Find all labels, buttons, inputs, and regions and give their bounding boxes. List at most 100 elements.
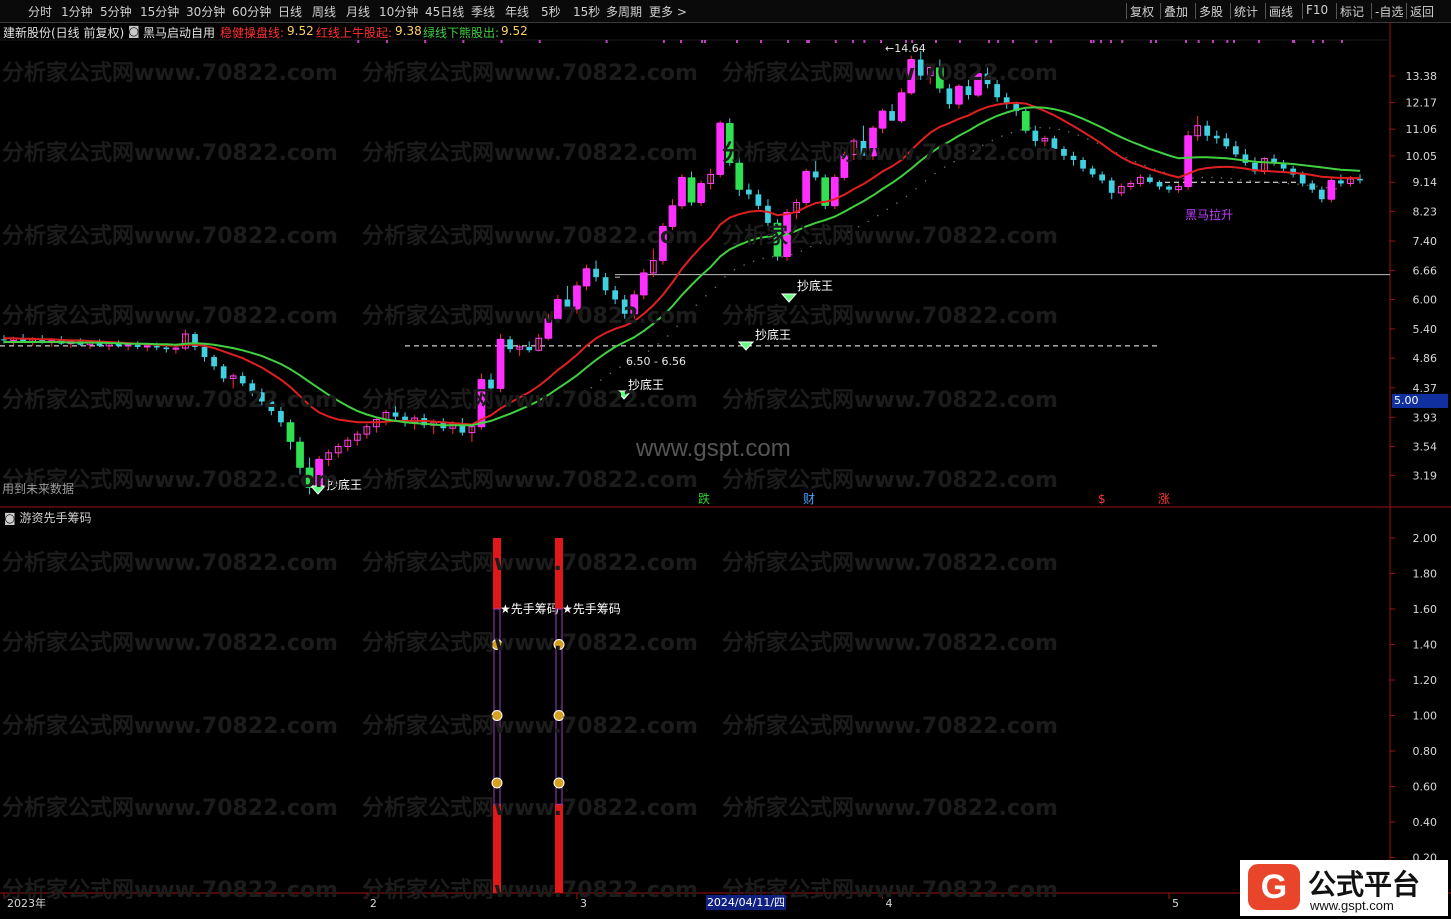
signal-dot xyxy=(988,40,990,43)
signal-dot xyxy=(1090,40,1092,43)
candle-body xyxy=(946,88,953,105)
trail-dot xyxy=(1268,181,1271,184)
cursor-date: 2024/04/11/四 xyxy=(706,895,786,910)
candle-body xyxy=(220,366,227,379)
signal-dot xyxy=(1035,40,1038,43)
strong-candle-body xyxy=(830,177,839,206)
candle-body xyxy=(163,347,170,350)
trail-dot xyxy=(771,256,774,258)
signal-dot xyxy=(1197,40,1200,43)
strong-candle-body xyxy=(639,272,648,295)
strong-candle-body xyxy=(1327,180,1336,200)
trail-dot xyxy=(1067,130,1070,133)
bottom-signal-label: 涨 xyxy=(1158,491,1170,506)
strong-candle-body xyxy=(878,111,887,129)
signal-dot xyxy=(1292,40,1294,43)
signal-dot xyxy=(806,40,809,43)
trail-dot xyxy=(762,257,764,260)
sub-panel-menu-icon[interactable]: ◙ xyxy=(4,511,19,525)
candle-body xyxy=(1108,180,1115,193)
y-tick-label: 3.19 xyxy=(1413,469,1438,482)
watermark-text: 分析家公式网www.70822.com xyxy=(2,388,338,413)
trail-dot xyxy=(905,195,908,198)
y-tick-label: 5.40 xyxy=(1413,323,1438,336)
trail-dot xyxy=(1087,138,1089,140)
candle-body xyxy=(134,344,141,347)
watermark-text: 分析家公式网www.70822.com xyxy=(722,388,1058,413)
trail-dot xyxy=(1306,184,1309,187)
signal-dot xyxy=(500,40,503,43)
trail-dot xyxy=(705,294,707,297)
signal-dot xyxy=(1012,40,1014,43)
watermark-text: 分析家公式网www.70822.com xyxy=(362,141,698,166)
trail-dot xyxy=(1039,126,1041,129)
signal-dot xyxy=(863,40,866,43)
watermark-text: 分析家公式网www.70822.com xyxy=(362,631,698,656)
trail-dot xyxy=(1029,127,1032,129)
strong-candle-body xyxy=(678,177,686,206)
y-tick-label: 6.66 xyxy=(1413,264,1438,277)
trail-dot xyxy=(1287,182,1290,185)
candle-body xyxy=(526,346,533,351)
signal-dot xyxy=(1155,40,1157,43)
candle-body xyxy=(1,339,7,341)
trail-dot xyxy=(1239,178,1242,181)
signal-dot xyxy=(1258,40,1260,43)
candle-body xyxy=(201,346,208,358)
trail-dot xyxy=(1325,186,1328,189)
watermark-text: 分析家公式网www.70822.com xyxy=(722,304,1058,329)
bottom-signal-label: 跌 xyxy=(698,491,710,506)
trail-dot xyxy=(1201,176,1204,179)
candle-body xyxy=(1309,183,1316,190)
high-label: ←14.64 xyxy=(885,42,926,55)
money-bag-icon xyxy=(491,777,503,789)
watermark-text: 分析家公式网www.70822.com xyxy=(362,796,698,821)
signal-dot xyxy=(1212,40,1214,43)
watermark-text: 分析家公式网www.70822.com xyxy=(2,61,338,86)
y-tick-label: 10.05 xyxy=(1406,150,1438,163)
watermark-text: 分析家公式网www.70822.com xyxy=(362,468,698,493)
candle-body xyxy=(153,345,160,348)
price-tag: 5.00 xyxy=(1392,394,1448,408)
logo-icon: G xyxy=(1248,864,1300,910)
strong-candle-body xyxy=(802,171,811,203)
y-tick-label: 3.54 xyxy=(1413,440,1438,453)
trail-dot xyxy=(1297,183,1299,185)
y-tick-label: 2.00 xyxy=(1413,532,1438,545)
trail-dot xyxy=(724,275,726,278)
watermark-text: 分析家公式网www.70822.com xyxy=(2,878,338,903)
y-tick-label: 4.37 xyxy=(1413,382,1438,395)
watermark-text: 分析家公式网www.70822.com xyxy=(722,796,1058,821)
y-tick-label: 8.23 xyxy=(1413,205,1438,218)
candle-body xyxy=(1080,159,1086,169)
strong-candle-body xyxy=(955,86,963,105)
future-data-note: 用到未来数据 xyxy=(2,482,75,496)
x-tick-label: 5 xyxy=(1172,897,1179,910)
trail-dot xyxy=(666,335,669,337)
trail-dot xyxy=(647,350,650,352)
watermark-text: 分析家公式网www.70822.com xyxy=(722,468,1058,493)
sub-panel-title-text: 游资先手筹码 xyxy=(19,511,92,525)
signal-dot xyxy=(662,40,665,43)
signal-dot xyxy=(385,40,388,43)
signal-dot xyxy=(701,40,704,43)
trail-dot xyxy=(1077,134,1080,136)
logo-title: 公式平台 xyxy=(1308,868,1421,901)
trail-dot xyxy=(619,366,621,368)
y-tick-label: 7.40 xyxy=(1413,235,1438,248)
candle-body xyxy=(812,171,819,178)
candle-body xyxy=(1147,177,1153,182)
trail-dot xyxy=(733,268,736,271)
trail-dot xyxy=(800,250,803,252)
signal-dot xyxy=(1092,40,1095,43)
trail-dot xyxy=(600,379,602,381)
candle-body xyxy=(1166,186,1172,190)
y-tick-label: 1.40 xyxy=(1413,639,1438,652)
y-tick-label: 1.20 xyxy=(1413,674,1438,687)
y-tick-label: 12.17 xyxy=(1406,96,1438,109)
candle-body xyxy=(1099,174,1106,181)
signal-dot xyxy=(935,40,937,43)
strong-candle-body xyxy=(286,422,295,442)
watermark-text: 分析家公式网www.70822.com xyxy=(362,61,698,86)
chip-label: ★先手筹码 xyxy=(562,602,621,616)
